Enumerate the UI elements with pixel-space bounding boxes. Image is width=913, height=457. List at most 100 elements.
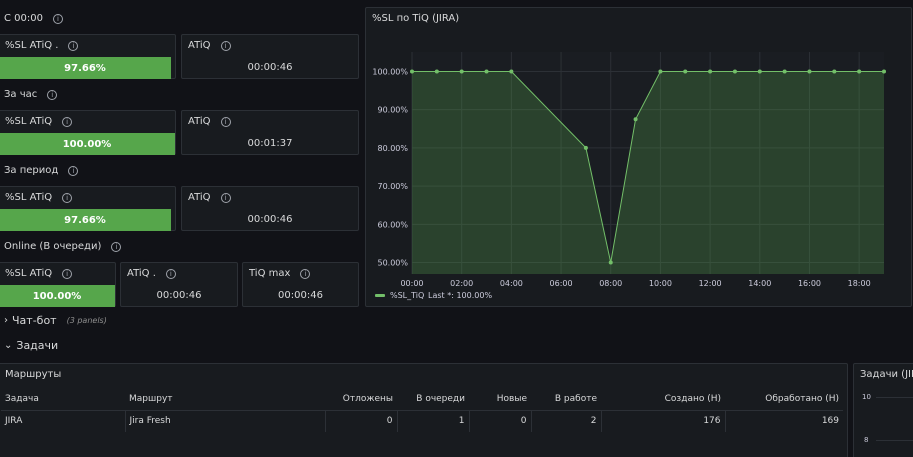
y-tick-label: 100.00% [372,67,408,76]
legend-swatch [375,294,385,297]
stat-value: 97.66% [64,214,106,226]
routes-title: Маршруты [5,369,62,380]
data-point [459,69,464,74]
col-header[interactable]: Маршрут [125,388,325,411]
x-tick-label: 08:00 [599,279,622,288]
stat-title: %SL ATiQ [5,116,53,127]
info-icon[interactable]: i [62,268,73,279]
col-header[interactable]: В работе [531,388,601,411]
data-point [509,69,514,74]
data-point [807,69,812,74]
routes-table: Задача Маршрут Отложены В очереди Новые … [1,388,843,432]
y-tick-label: 70.00% [377,182,408,191]
x-tick-label: 02:00 [450,279,473,288]
section-title-since-midnight: С 00:00 i [4,13,63,24]
chart-svg: 100.00% 90.00% 80.00% 70.00% 60.00% 50.00% 00:… [372,52,886,300]
y-tick-label: 90.00% [377,106,408,115]
table-cell: 169 [821,416,839,427]
row-chatbot-sub: (3 panels) [66,316,107,325]
data-point [410,69,414,74]
y-tick-label: 60.00% [377,220,408,229]
info-icon[interactable]: i [300,268,311,279]
info-icon[interactable]: i [68,165,79,176]
data-point [782,69,787,74]
info-icon[interactable]: i [62,192,73,203]
data-point [658,69,663,74]
table-cell: Jira Fresh [125,410,326,432]
stat-panel-sl-online: %SL ATiQ i 100.00% [0,262,116,307]
stat-value: 00:00:46 [247,214,293,225]
table-cell: JIRA [1,410,126,432]
routes-panel: Маршруты Задача Маршрут Отложены В очере… [0,363,848,457]
table-row: JIRA Jira Fresh 0 1 0 2 176 169 [1,410,843,432]
col-header[interactable]: Обработано (Н) [725,388,843,411]
info-icon[interactable]: i [68,40,79,51]
x-tick-label: 12:00 [699,279,722,288]
stat-panel-atiq-since-midnight: ATiQ i 00:00:46 [181,34,359,79]
info-icon[interactable]: i [111,241,122,252]
table-cell: 176 [601,410,726,432]
section-title-per-hour: За час i [4,89,58,100]
data-point [732,69,737,74]
col-header[interactable]: Новые [469,388,531,411]
sl-bar: 97.66% [0,209,171,231]
row-tasks[interactable]: ⌄ Задачи [4,339,58,352]
section-title-per-period: За период i [4,165,79,176]
info-icon[interactable]: i [52,13,63,24]
grid-line [876,397,913,398]
tasks-jira-panel: Задачи (JIR 10 8 [853,363,913,457]
stat-title: ATiQ [188,192,211,203]
table-cell: 1 [397,410,470,432]
stat-title: %SL ATiQ [5,268,53,279]
series-area [412,71,884,274]
sl-bar: 97.66% [0,57,171,79]
row-chatbot[interactable]: › Чат-бот (3 panels) [4,314,107,327]
stat-panel-atiq-online: ATiQ . i 00:00:46 [120,262,238,307]
info-icon[interactable]: i [62,116,73,127]
x-tick-label: 00:00 [400,279,423,288]
stat-title: %SL ATiQ . [5,40,59,51]
stat-value: 00:00:46 [278,290,323,301]
data-point [434,69,439,74]
section-title-online: Online (В очереди) i [4,241,122,252]
y-tick-label: 10 [862,393,871,401]
data-point [857,69,862,74]
stat-panel-atiq-per-period: ATiQ i 00:00:46 [181,186,359,231]
stat-value: 100.00% [62,138,112,150]
info-icon[interactable]: i [220,192,231,203]
info-icon[interactable]: i [47,89,58,100]
data-point [683,69,688,74]
stat-value: 00:00:46 [247,62,293,73]
stat-panel-atiq-per-hour: ATiQ i 00:01:37 [181,110,359,155]
sl-bar: 100.00% [0,285,115,307]
table-cell: 0 [469,410,532,432]
stat-value: 00:00:46 [156,290,202,301]
data-point [832,69,837,74]
y-tick-label: 50.00% [377,259,408,268]
info-icon[interactable]: i [220,40,231,51]
y-tick-label: 80.00% [377,144,408,153]
table-cell: 0 [325,410,398,432]
sl-bar: 100.00% [0,133,175,155]
stat-panel-sl-per-period: %SL ATiQ i 97.66% [0,186,176,231]
col-header[interactable]: Создано (Н) [601,388,725,411]
data-point [633,117,638,122]
info-icon[interactable]: i [220,116,231,127]
stat-panel-tiqmax-online: TiQ max i 00:00:46 [242,262,359,307]
col-header[interactable]: Отложены [325,388,397,411]
col-header[interactable]: Задача [1,388,125,411]
stat-value: 100.00% [32,290,82,302]
table-cell: 2 [531,410,602,432]
x-tick-label: 04:00 [500,279,523,288]
data-point [708,69,713,74]
data-point [484,69,489,74]
info-icon[interactable]: i [165,268,176,279]
legend-label: %SL_TiQ [390,291,424,300]
col-header[interactable]: В очереди [397,388,469,411]
x-tick-label: 18:00 [848,279,871,288]
stat-title: ATiQ . [127,268,156,279]
data-point [583,145,588,150]
stat-panel-sl-since-midnight: %SL ATiQ . i 97.66% [0,34,176,79]
data-point [608,260,613,265]
stat-value: 00:01:37 [247,138,293,149]
